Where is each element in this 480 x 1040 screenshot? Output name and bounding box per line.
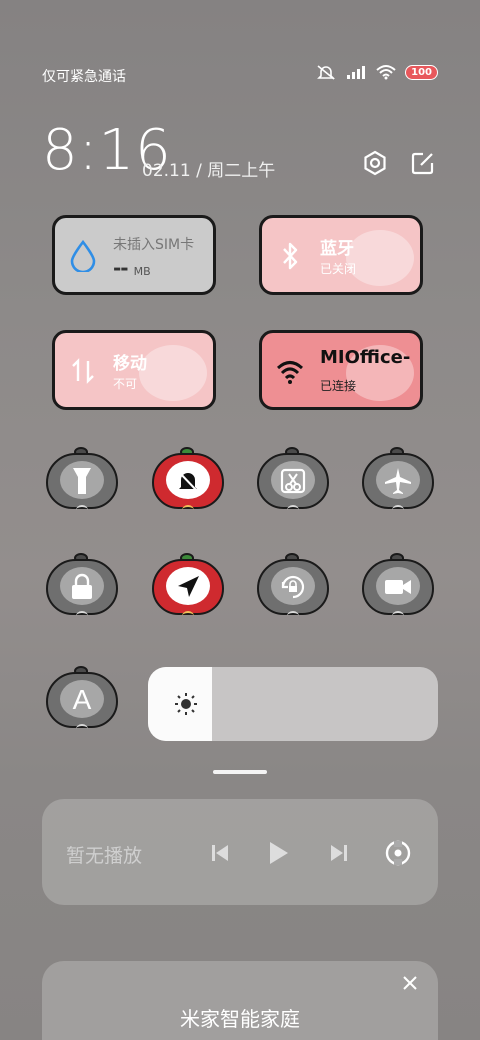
media-player-card: 暂无播放 [42, 799, 438, 905]
header-actions [362, 150, 436, 176]
tile-label: 未插入SIM卡 [113, 237, 195, 253]
close-icon[interactable] [400, 973, 420, 993]
smart-home-title: 米家智能家庭 [180, 1007, 300, 1031]
tile-label: MIOffice- [320, 347, 411, 368]
data-usage-value: -- MB [113, 256, 151, 280]
smart-home-card[interactable]: 米家智能家庭 [42, 961, 438, 1040]
mute-toggle[interactable] [152, 447, 224, 513]
flashlight-icon [46, 461, 118, 501]
wifi-icon [376, 65, 396, 80]
bow-decoration [76, 611, 88, 621]
screenshot-toggle[interactable] [257, 447, 329, 513]
tile-status: 不可 [113, 377, 138, 391]
date-text: 02.11 / 周二上午 [142, 161, 276, 181]
location-toggle[interactable] [152, 553, 224, 619]
carrier-status: 仅可紧急通话 [42, 69, 126, 85]
cast-icon[interactable] [384, 839, 412, 867]
water-drop-icon [70, 240, 96, 272]
flashlight-toggle[interactable] [46, 447, 118, 513]
play-icon[interactable] [264, 839, 292, 867]
rotation-lock-icon [257, 567, 329, 607]
auto-brightness-letter: A [72, 684, 92, 715]
previous-icon[interactable] [206, 839, 234, 867]
next-icon[interactable] [325, 839, 353, 867]
bow-decoration [182, 611, 194, 621]
rotation-lock-toggle[interactable] [257, 553, 329, 619]
tile-label: 蓝牙 [320, 239, 354, 259]
wifi-tile[interactable]: MIOffice- 已连接 [259, 330, 423, 410]
bear-decoration [139, 345, 207, 401]
screen-record-toggle[interactable] [362, 553, 434, 619]
panel-drag-handle[interactable] [213, 770, 267, 774]
location-arrow-icon [152, 567, 224, 607]
bow-decoration [76, 505, 88, 515]
tile-label: 移动 [113, 354, 147, 374]
letter-a-icon: A [46, 680, 118, 720]
edit-icon[interactable] [410, 150, 436, 176]
video-camera-icon [362, 567, 434, 607]
airplane-toggle[interactable] [362, 447, 434, 513]
sun-icon [175, 693, 197, 715]
lock-screen-toggle[interactable] [46, 553, 118, 619]
auto-brightness-toggle[interactable]: A [46, 666, 118, 732]
mobile-network-tile[interactable]: 移动 不可 [52, 330, 216, 410]
bell-off-icon [152, 461, 224, 501]
battery-icon: 100 [405, 64, 438, 80]
settings-icon[interactable] [362, 150, 388, 176]
lock-icon [46, 567, 118, 607]
bluetooth-icon [283, 242, 298, 270]
mobile-data-icon [72, 358, 94, 384]
scissors-icon [257, 461, 329, 501]
tile-status: 已连接 [320, 379, 357, 393]
bow-decoration [287, 611, 299, 621]
signal-icon [347, 66, 366, 79]
bow-decoration [392, 611, 404, 621]
brightness-slider[interactable] [148, 667, 438, 741]
bow-decoration [182, 505, 194, 515]
status-icons: 100 [315, 64, 438, 80]
alarm-off-icon [317, 65, 336, 80]
bluetooth-tile[interactable]: 蓝牙 已关闭 [259, 215, 423, 295]
mobile-data-usage-tile[interactable]: 未插入SIM卡 -- MB [52, 215, 216, 295]
data-value: -- [113, 256, 129, 280]
tile-status: 已关闭 [320, 262, 357, 276]
bow-decoration [76, 724, 88, 734]
wifi-icon [276, 361, 304, 384]
bow-decoration [392, 505, 404, 515]
media-title: 暂无播放 [66, 845, 143, 867]
data-unit: MB [133, 265, 151, 278]
bow-decoration [287, 505, 299, 515]
airplane-icon [362, 461, 434, 501]
bear-decoration [346, 230, 414, 286]
